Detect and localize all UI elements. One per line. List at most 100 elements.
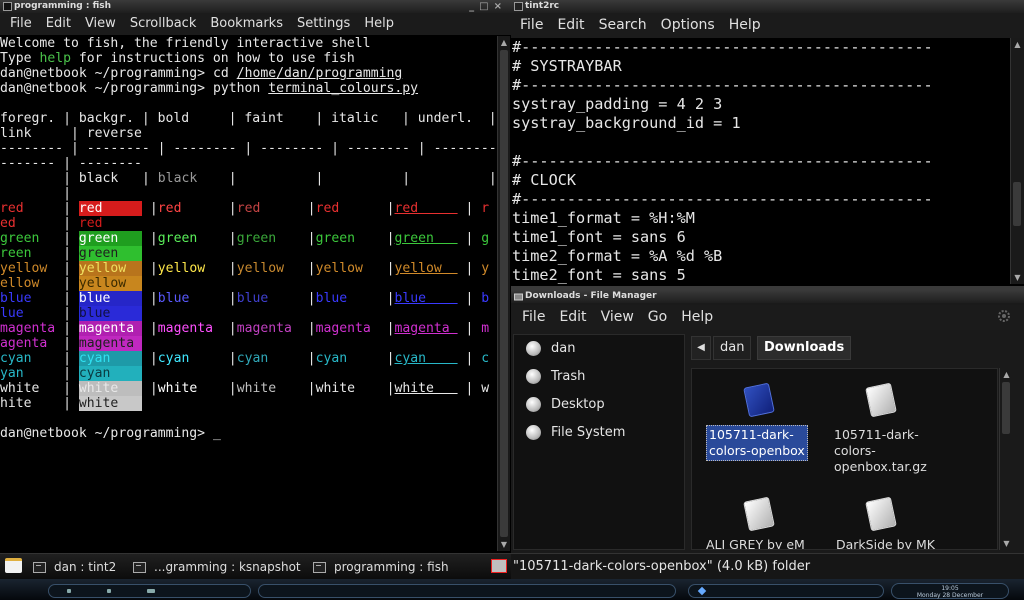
task-fish[interactable]: programming : fish xyxy=(313,556,449,578)
scroll-up-arrow-icon[interactable]: ▲ xyxy=(498,38,510,47)
terminal-text: Welcome to fish, the friendly interactiv… xyxy=(0,36,371,51)
filemanager-menu-help[interactable]: Help xyxy=(681,305,713,330)
terminal-task-icon xyxy=(133,562,146,573)
editor-line: time1_font = sans 6 xyxy=(512,228,686,246)
task-tint2[interactable]: dan : tint2 xyxy=(33,556,116,578)
bottom-panel: 19:05 Monday 28 December xyxy=(0,579,1024,600)
editor-scrollbar-thumb[interactable] xyxy=(1013,182,1021,226)
terminal-bg-swatch: yellow xyxy=(78,276,142,291)
file-label-2: 105711-dark-colors-openbox.tar.gz xyxy=(834,427,927,474)
terminal-line: -------- | -------- | -------- | -------… xyxy=(0,141,497,156)
terminal-line: reen | green xyxy=(0,246,497,261)
path-segment-current[interactable]: Downloads xyxy=(757,336,852,360)
editor-line: #---------------------------------------… xyxy=(512,152,933,170)
editor-line: # CLOCK xyxy=(512,171,577,189)
file-item-archive[interactable]: 105711-dark-colors-openbox.tar.gz xyxy=(832,377,942,477)
sidebar-item-file-system[interactable]: File System xyxy=(526,425,625,440)
terminal-menu-file[interactable]: File xyxy=(10,13,32,35)
editor-menu-search[interactable]: Search xyxy=(599,13,647,38)
filemanager-menu-go[interactable]: Go xyxy=(648,305,667,330)
maximize-icon[interactable]: □ xyxy=(479,1,493,12)
path-back-button[interactable]: ◀ xyxy=(691,336,711,360)
terminal-text: dan@netbook xyxy=(0,66,87,81)
file-scroll-up-icon[interactable]: ▲ xyxy=(1000,370,1013,379)
terminal-text: blue xyxy=(157,291,190,306)
terminal-text: y xyxy=(481,261,490,276)
editor-textarea[interactable]: #---------------------------------------… xyxy=(511,38,1011,284)
sidebar-item-trash[interactable]: Trash xyxy=(526,369,585,384)
filemanager-titlebar[interactable]: Downloads - File Manager xyxy=(511,290,1024,303)
terminal-text: white xyxy=(236,381,277,396)
terminal-menu-view[interactable]: View xyxy=(85,13,116,35)
terminal-bg-swatch: magenta xyxy=(78,321,142,336)
task-ksnapshot[interactable]: ...gramming : ksnapshot xyxy=(133,556,301,578)
terminal-menu-scrollback[interactable]: Scrollback xyxy=(130,13,197,35)
terminal-text: | xyxy=(55,321,79,336)
scroll-down-arrow-icon[interactable]: ▼ xyxy=(498,540,510,549)
terminal-text: magenta xyxy=(236,321,292,336)
gear-icon[interactable] xyxy=(995,307,1013,325)
terminal-text: | xyxy=(31,246,79,261)
terminal-line: lue | blue xyxy=(0,306,497,321)
terminal-line: Type help for instructions on how to use… xyxy=(0,51,497,66)
panel-taskbar-area[interactable] xyxy=(258,584,676,598)
filemanager-menu-file[interactable]: File xyxy=(522,305,545,330)
file-item-3[interactable]: ALI GREY by eM xyxy=(706,493,816,549)
minimize-icon[interactable]: _ xyxy=(469,1,479,12)
sidebar-item-dan[interactable]: dan xyxy=(526,341,575,356)
terminal-window-buttons[interactable]: _□× xyxy=(469,0,507,13)
terminal-text: _ xyxy=(213,426,221,441)
sidebar-item-desktop[interactable]: Desktop xyxy=(526,397,605,412)
terminal-text: red xyxy=(0,201,24,216)
editor-menu-help[interactable]: Help xyxy=(729,13,761,38)
terminal-titlebar[interactable]: programming : fish _□× xyxy=(0,0,511,13)
terminal-text: | xyxy=(181,201,245,216)
terminal-text: | xyxy=(39,276,79,291)
editor-menu-options[interactable]: Options xyxy=(661,13,715,38)
file-scroll-down-icon[interactable]: ▼ xyxy=(1000,539,1013,548)
tray-icon[interactable] xyxy=(697,586,707,596)
editor-menu-file[interactable]: File xyxy=(520,13,543,38)
terminal-menu-settings[interactable]: Settings xyxy=(297,13,350,35)
editor-line: systray_padding = 4 2 3 xyxy=(512,95,723,113)
file-item-folder[interactable]: 105711-dark-colors-openbox xyxy=(706,377,810,461)
tray-app-icon[interactable] xyxy=(491,559,507,573)
file-icon xyxy=(865,496,897,532)
panel-clock[interactable]: 19:05 Monday 28 December xyxy=(891,583,1009,599)
terminal-scrollbar[interactable]: ▲ ▼ xyxy=(497,36,510,551)
terminal-text: cyan xyxy=(0,351,32,366)
terminal-output[interactable]: Welcome to fish, the friendly interactiv… xyxy=(0,36,497,549)
path-segment-home[interactable]: dan xyxy=(713,336,752,360)
close-icon[interactable]: × xyxy=(494,1,507,12)
terminal-text: red xyxy=(315,201,340,216)
editor-scroll-up-icon[interactable]: ▲ xyxy=(1011,40,1024,49)
panel-tray-area[interactable] xyxy=(688,584,884,598)
sidebar-item-label: Trash xyxy=(551,369,586,384)
terminal-text: magenta xyxy=(394,321,458,336)
terminal-menu-bookmarks[interactable]: Bookmarks xyxy=(210,13,283,35)
file-item-4[interactable]: DarkSide by MK xyxy=(832,493,942,549)
terminal-text: | xyxy=(0,171,79,186)
file-view[interactable]: 105711-dark-colors-openbox 105711-dark-c… xyxy=(691,368,998,550)
file-scrollbar-thumb[interactable] xyxy=(1002,382,1010,434)
scrollbar-thumb[interactable] xyxy=(500,50,508,537)
editor-titlebar[interactable]: tint2rc xyxy=(511,0,1024,13)
terminal-menu-edit[interactable]: Edit xyxy=(46,13,71,35)
pager-dot xyxy=(147,589,155,593)
filemanager-menu-edit[interactable]: Edit xyxy=(559,305,586,330)
editor-scroll-down-icon[interactable]: ▼ xyxy=(1011,273,1024,282)
file-view-scrollbar[interactable]: ▲ ▼ xyxy=(999,368,1013,550)
terminal-text: ------- | -------- xyxy=(0,156,142,171)
desktop-pager[interactable] xyxy=(48,584,251,598)
terminal-text: blue xyxy=(394,291,458,306)
home-folder-icon[interactable] xyxy=(5,558,22,573)
terminal-text: foregr. | backgr. | bold | faint | itali… xyxy=(0,111,497,126)
terminal-text: cyan xyxy=(236,351,269,366)
editor-menu-edit[interactable]: Edit xyxy=(557,13,584,38)
editor-scrollbar[interactable]: ▲ ▼ xyxy=(1010,38,1024,284)
terminal-text: magenta xyxy=(0,321,56,336)
terminal-menu-help[interactable]: Help xyxy=(364,13,394,35)
terminal-text: w xyxy=(481,381,490,396)
filemanager-menu-view[interactable]: View xyxy=(601,305,634,330)
editor-line: # SYSTRAYBAR xyxy=(512,57,622,75)
